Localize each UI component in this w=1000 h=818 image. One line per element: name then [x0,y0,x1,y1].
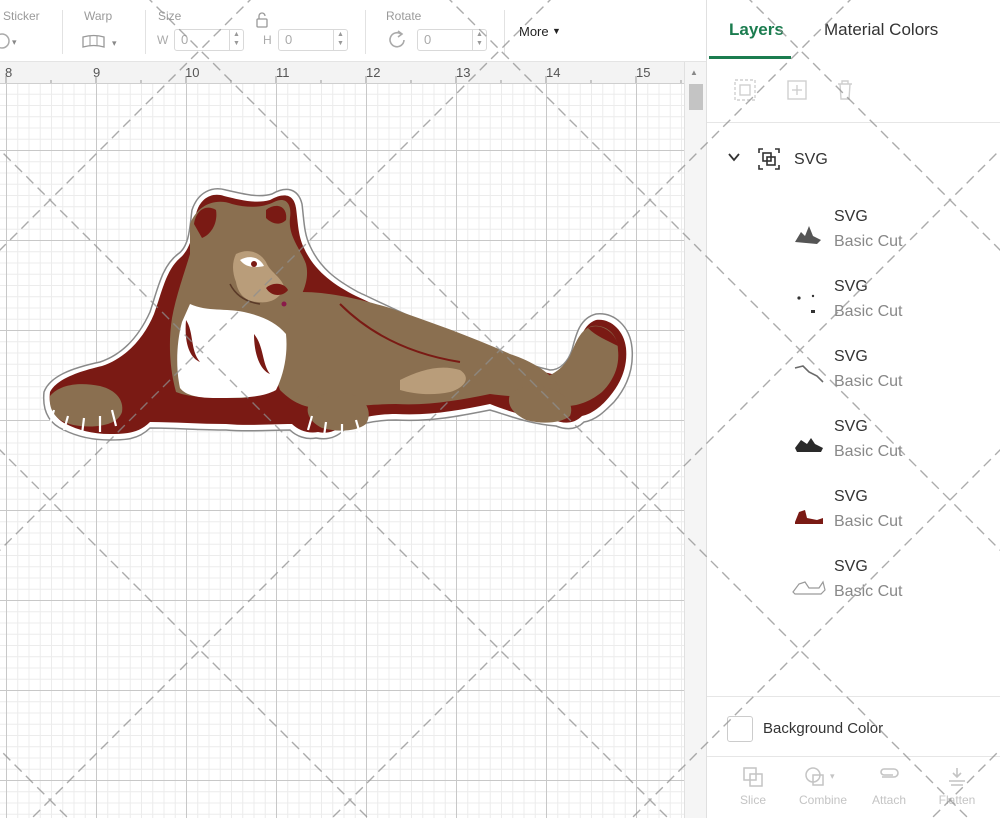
edit-toolbar: Sticker ▾ Warp ▾ Size W 0 ▲ ▼ H 0 ▲ ▼ Ro… [0,0,706,62]
more-label: More [519,24,549,39]
tab-material-colors[interactable]: Material Colors [824,20,938,40]
toolbar-divider [145,10,146,54]
rotate-group: Rotate 0 ▲ ▼ [375,0,495,62]
svg-text:▾: ▾ [112,39,117,49]
layer-thumbnail [794,365,824,383]
layer-thumbnail [792,580,826,595]
attach-label: Attach [871,793,907,807]
chevron-down-icon[interactable] [727,150,741,164]
layer-operation: Basic Cut [834,373,903,390]
flatten-icon [949,768,965,786]
warp-group[interactable]: Warp ▾ [70,0,140,62]
toolbar-divider [62,10,63,54]
layer-item[interactable]: SVG Basic Cut [707,278,1000,334]
combine-label: Combine [798,793,848,807]
combine-icon: ▾ [805,767,835,786]
sticker-label: Sticker [3,9,40,23]
layer-item[interactable]: SVG Basic Cut [707,558,1000,614]
design-canvas[interactable]: 8 9 10 11 12 13 14 15 ▲ [0,62,706,818]
height-value: 0 [285,32,293,47]
size-group: Size W 0 ▲ ▼ H 0 ▲ ▼ [150,0,355,62]
attach-button[interactable]: Attach [853,765,925,815]
svg-text:▾: ▾ [12,38,17,48]
svg-text:▾: ▾ [830,772,835,782]
height-input[interactable]: 0 ▲ ▼ [278,29,348,51]
flatten-label: Flatten [938,793,976,807]
horizontal-ruler: 8 9 10 11 12 13 14 15 [0,62,684,84]
layer-item[interactable]: SVG Basic Cut [707,348,1000,404]
background-color-label: Background Color [763,720,884,737]
warp-icon: ▾ [82,34,117,49]
layer-name: SVG [834,418,868,435]
group-label: SVG [794,151,828,168]
tab-layers[interactable]: Layers [729,20,784,40]
rotate-stepper[interactable]: ▲ ▼ [472,30,486,50]
rotate-input[interactable]: 0 ▲ ▼ [417,29,487,51]
layer-operation: Basic Cut [834,233,903,250]
size-label: Size [158,9,182,23]
layer-item[interactable]: SVG Basic Cut [707,418,1000,474]
layer-item[interactable]: SVG Basic Cut [707,488,1000,544]
rotate-value: 0 [424,32,432,47]
delete-icon[interactable] [833,78,857,102]
layer-thumbnail [795,510,823,524]
width-stepper[interactable]: ▲ ▼ [229,30,243,50]
sticker-group[interactable]: Sticker ▾ [0,0,58,62]
active-tab-indicator [709,56,791,59]
layer-operation: Basic Cut [834,583,903,600]
sticker-icon: ▾ [0,33,17,49]
layer-actions-bar: Slice ▾ Combine Attach Flatten [707,756,1000,818]
combine-button[interactable]: ▾ Combine [787,765,859,815]
background-color-row[interactable]: Background Color [727,716,987,742]
layer-operation: Basic Cut [834,443,903,460]
lock-icon[interactable] [254,12,270,28]
layer-operation: Basic Cut [834,303,903,320]
scrollbar-thumb[interactable] [689,84,703,110]
layer-name: SVG [834,488,868,505]
panel-divider [707,122,1000,123]
slice-button[interactable]: Slice [717,765,789,815]
slice-icon [743,767,763,787]
layer-thumbnail [795,226,821,244]
group-layer-icon [758,148,780,170]
warp-label: Warp [84,9,113,23]
add-icon[interactable] [785,78,809,102]
cougar-artwork[interactable] [40,184,640,464]
ruler-ticks [5,76,682,83]
vertical-scrollbar[interactable]: ▲ [684,62,706,818]
height-stepper[interactable]: ▲ ▼ [333,30,347,50]
paperclip-icon [880,768,899,778]
layer-name: SVG [834,558,868,575]
flatten-button[interactable]: Flatten [921,765,993,815]
more-menu[interactable]: More ▼ [512,0,572,62]
background-color-swatch[interactable] [727,716,753,742]
panel-divider [707,696,1000,697]
scroll-up-arrow-icon[interactable]: ▲ [690,68,698,77]
toolbar-divider [365,10,366,54]
layer-name: SVG [834,208,868,225]
chevron-down-icon: ▼ [552,26,561,36]
rotate-label: Rotate [386,9,422,23]
layer-thumbnail [797,294,815,313]
panel-tabs: Layers Material Colors [707,0,1000,62]
toolbar-divider [504,10,505,54]
rotate-icon[interactable] [387,29,409,51]
layers-panel: Layers Material Colors SVG SVG Basic Cut [706,0,1000,818]
height-prefix: H [263,33,272,47]
layer-item[interactable]: SVG Basic Cut [707,208,1000,264]
layer-thumbnail [795,438,823,452]
layer-group-svg[interactable]: SVG [707,145,1000,175]
slice-label: Slice [739,793,766,807]
width-value: 0 [181,32,189,47]
width-prefix: W [157,33,169,47]
layer-operation: Basic Cut [834,513,903,530]
layer-name: SVG [834,278,868,295]
group-icon[interactable] [733,78,757,102]
layer-name: SVG [834,348,868,365]
width-input[interactable]: 0 ▲ ▼ [174,29,244,51]
